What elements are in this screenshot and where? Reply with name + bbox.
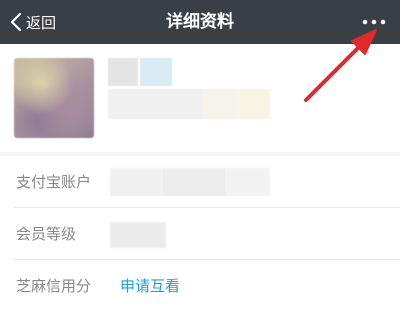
header-bar: 返回 详细资料 [0,0,400,44]
profile-card [0,44,400,152]
member-level-redacted [110,222,166,248]
alipay-account-redacted [226,168,270,196]
info-list: 支付宝账户 会员等级 芝麻信用分 申请互看 [0,156,400,314]
account-id-redacted [204,89,238,119]
back-label: 返回 [26,13,57,32]
info-row-sesame-credit: 芝麻信用分 申请互看 [0,260,400,312]
alipay-account-redacted [162,168,226,196]
username-redacted [108,58,138,86]
info-row-label: 会员等级 [16,225,77,243]
info-row-alipay-account: 支付宝账户 [0,156,400,208]
info-row-label: 芝麻信用分 [16,277,92,295]
more-options-button[interactable] [358,6,390,38]
chevron-left-icon [10,12,22,32]
request-mutual-view-link[interactable]: 申请互看 [120,260,180,312]
info-row-member-level: 会员等级 [0,208,400,260]
back-button[interactable]: 返回 [10,0,56,44]
info-row-label: 支付宝账户 [16,173,92,191]
account-id-redacted [238,89,270,119]
avatar[interactable] [14,58,94,138]
username-redacted [140,58,172,86]
alipay-account-redacted [110,168,162,196]
more-horizontal-icon [362,19,386,25]
account-id-redacted [108,89,204,119]
page-title: 详细资料 [166,12,234,32]
